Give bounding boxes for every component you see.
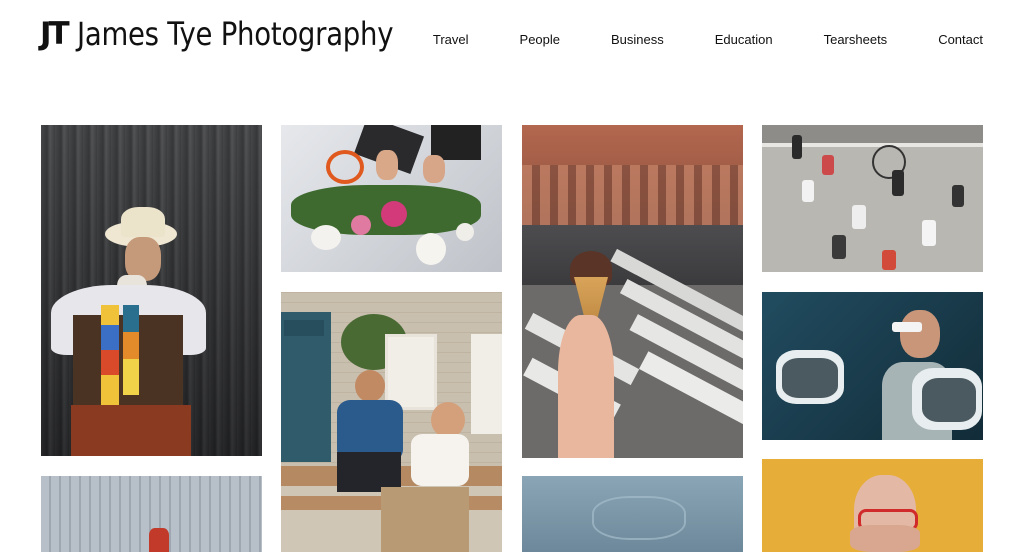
photo-vr-gloves[interactable] xyxy=(762,292,983,440)
photo-aerial-crosswalk[interactable] xyxy=(762,125,983,272)
logo-monogram: JT xyxy=(40,15,70,52)
site-logo[interactable]: JT James Tye Photography xyxy=(40,18,444,50)
photo-two-women-bench[interactable] xyxy=(281,292,502,552)
photo-man-in-hat[interactable] xyxy=(41,125,262,456)
nav-contact[interactable]: Contact xyxy=(938,32,983,47)
nav-business[interactable]: Business xyxy=(611,32,664,47)
nav-travel[interactable]: Travel xyxy=(433,32,469,47)
nav-people[interactable]: People xyxy=(520,32,560,47)
nav-education[interactable]: Education xyxy=(715,32,773,47)
nav-tearsheets[interactable]: Tearsheets xyxy=(824,32,888,47)
photo-window-glass[interactable] xyxy=(41,476,262,552)
photo-man-red-glasses[interactable] xyxy=(762,459,983,552)
site-title: James Tye Photography xyxy=(76,15,393,53)
main-nav: Travel People Business Education Tearshe… xyxy=(433,32,983,47)
photo-blue-wall[interactable] xyxy=(522,476,743,552)
photo-ice-cream-cone[interactable] xyxy=(522,125,743,458)
site-header: JT James Tye Photography Travel People B… xyxy=(0,0,1024,80)
photo-florist-flowers[interactable] xyxy=(281,125,502,272)
